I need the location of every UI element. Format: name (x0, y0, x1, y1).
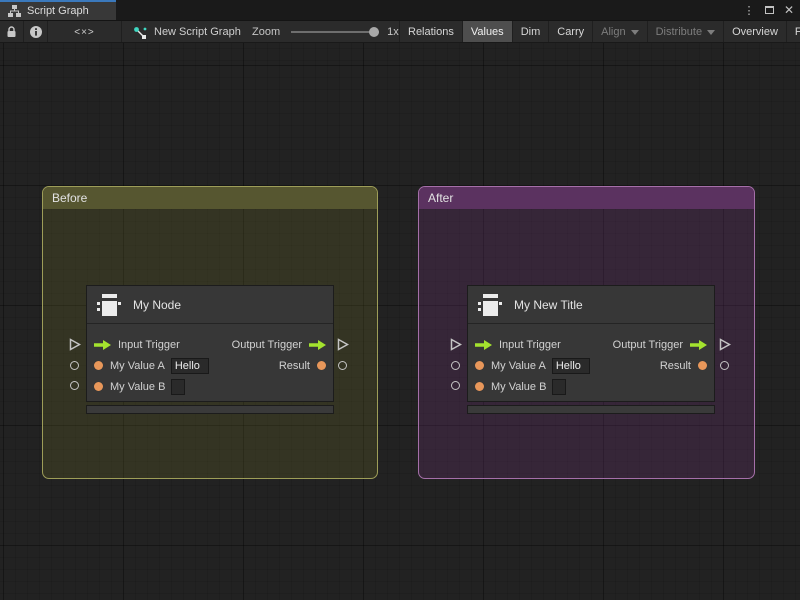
maximize-icon (764, 6, 774, 14)
node-body: Input Trigger Output Trigger My Value A … (87, 324, 333, 401)
group-before-header[interactable]: Before (43, 187, 377, 209)
value-a-input[interactable] (551, 357, 590, 374)
window-controls: ⋮ ✕ (741, 0, 797, 20)
node-my-new-title[interactable]: My New Title Input Trigger Output Trigge… (467, 285, 715, 414)
tab-bar: Script Graph ⋮ ✕ (0, 0, 800, 20)
script-graph-icon (134, 26, 147, 39)
group-title: Before (52, 191, 88, 205)
value-input-connector[interactable] (451, 381, 460, 390)
chevron-down-icon (630, 30, 639, 35)
unit-icon (97, 293, 121, 316)
value-a-input[interactable] (170, 357, 209, 374)
group-after-header[interactable]: After (419, 187, 754, 209)
value-port-icon[interactable] (94, 361, 103, 370)
align-dropdown[interactable]: Align (592, 21, 646, 42)
window-menu-button[interactable]: ⋮ (741, 2, 757, 18)
overview-button[interactable]: Overview (723, 21, 786, 42)
node-title: My Node (133, 297, 182, 312)
value-input-connector[interactable] (451, 361, 460, 370)
flow-port-icon[interactable] (475, 339, 492, 350)
flow-input-connector[interactable] (450, 338, 462, 351)
value-port-icon[interactable] (94, 382, 103, 391)
toolbar-buttons: Relations Values Dim Carry Align Distrib… (399, 21, 800, 42)
flow-output-connector[interactable] (719, 338, 731, 351)
value-port-icon[interactable] (317, 361, 326, 370)
flow-input-connector[interactable] (69, 338, 81, 351)
node-footer (467, 405, 715, 414)
zoom-slider[interactable] (291, 27, 380, 37)
value-b-input[interactable] (171, 378, 186, 395)
flow-port-icon[interactable] (690, 339, 707, 350)
node-footer (86, 405, 334, 414)
value-b-input[interactable] (552, 378, 567, 395)
info-button[interactable] (24, 21, 48, 42)
unit-icon (478, 293, 502, 316)
values-button[interactable]: Values (461, 21, 512, 42)
value-input-connector[interactable] (70, 361, 79, 370)
node-title: My New Title (514, 297, 583, 312)
distribute-dropdown[interactable]: Distribute (646, 21, 723, 42)
port-row: My Value A Result (87, 355, 333, 376)
port-row: My Value B (468, 376, 714, 397)
code-view-button[interactable]: <×> (48, 21, 122, 42)
close-button[interactable]: ✕ (781, 2, 797, 18)
graph-name-label: New Script Graph (154, 26, 241, 38)
flow-output-connector[interactable] (337, 338, 349, 351)
relations-button[interactable]: Relations (399, 21, 462, 42)
value-port-icon[interactable] (698, 361, 707, 370)
value-output-connector[interactable] (338, 361, 347, 370)
value-output-connector[interactable] (720, 361, 729, 370)
info-icon (29, 26, 42, 38)
zoom-value: 1x (387, 26, 399, 38)
lock-button[interactable] (0, 21, 24, 42)
node-header[interactable]: My New Title (468, 286, 714, 324)
graph-canvas[interactable]: Before After My Node Input Trigger Outpu… (0, 43, 800, 600)
graph-toolbar: <×> New Script Graph Zoom 1x Relations V… (0, 20, 800, 43)
value-port-icon[interactable] (475, 382, 484, 391)
dim-button[interactable]: Dim (511, 21, 549, 42)
port-row: My Value A Result (468, 355, 714, 376)
group-title: After (428, 191, 454, 205)
zoom-control: Zoom 1x (252, 21, 399, 42)
node-body: Input Trigger Output Trigger My Value A … (468, 324, 714, 401)
zoom-slider-handle[interactable] (369, 27, 380, 37)
value-port-icon[interactable] (475, 361, 484, 370)
graph-name-section[interactable]: New Script Graph (133, 21, 241, 42)
script-graph-window: Script Graph ⋮ ✕ <×> New Script Graph Zo… (0, 0, 800, 600)
flow-port-icon[interactable] (309, 339, 326, 350)
node-header[interactable]: My Node (87, 286, 333, 324)
lock-icon (7, 26, 16, 37)
fullscreen-button[interactable]: Full Screen (785, 21, 800, 42)
carry-button[interactable]: Carry (548, 21, 592, 42)
tab-title: Script Graph (27, 5, 89, 17)
zoom-label: Zoom (252, 26, 281, 38)
maximize-button[interactable] (761, 2, 777, 18)
node-my-node[interactable]: My Node Input Trigger Output Trigger My … (86, 285, 334, 414)
value-input-connector[interactable] (70, 381, 79, 390)
hierarchy-icon (8, 5, 21, 17)
port-row: Input Trigger Output Trigger (87, 334, 333, 355)
tab-script-graph[interactable]: Script Graph (0, 0, 116, 20)
code-brackets-icon: <×> (74, 26, 95, 38)
flow-port-icon[interactable] (94, 339, 111, 350)
chevron-down-icon (707, 30, 716, 35)
port-row: My Value B (87, 376, 333, 397)
port-row: Input Trigger Output Trigger (468, 334, 714, 355)
